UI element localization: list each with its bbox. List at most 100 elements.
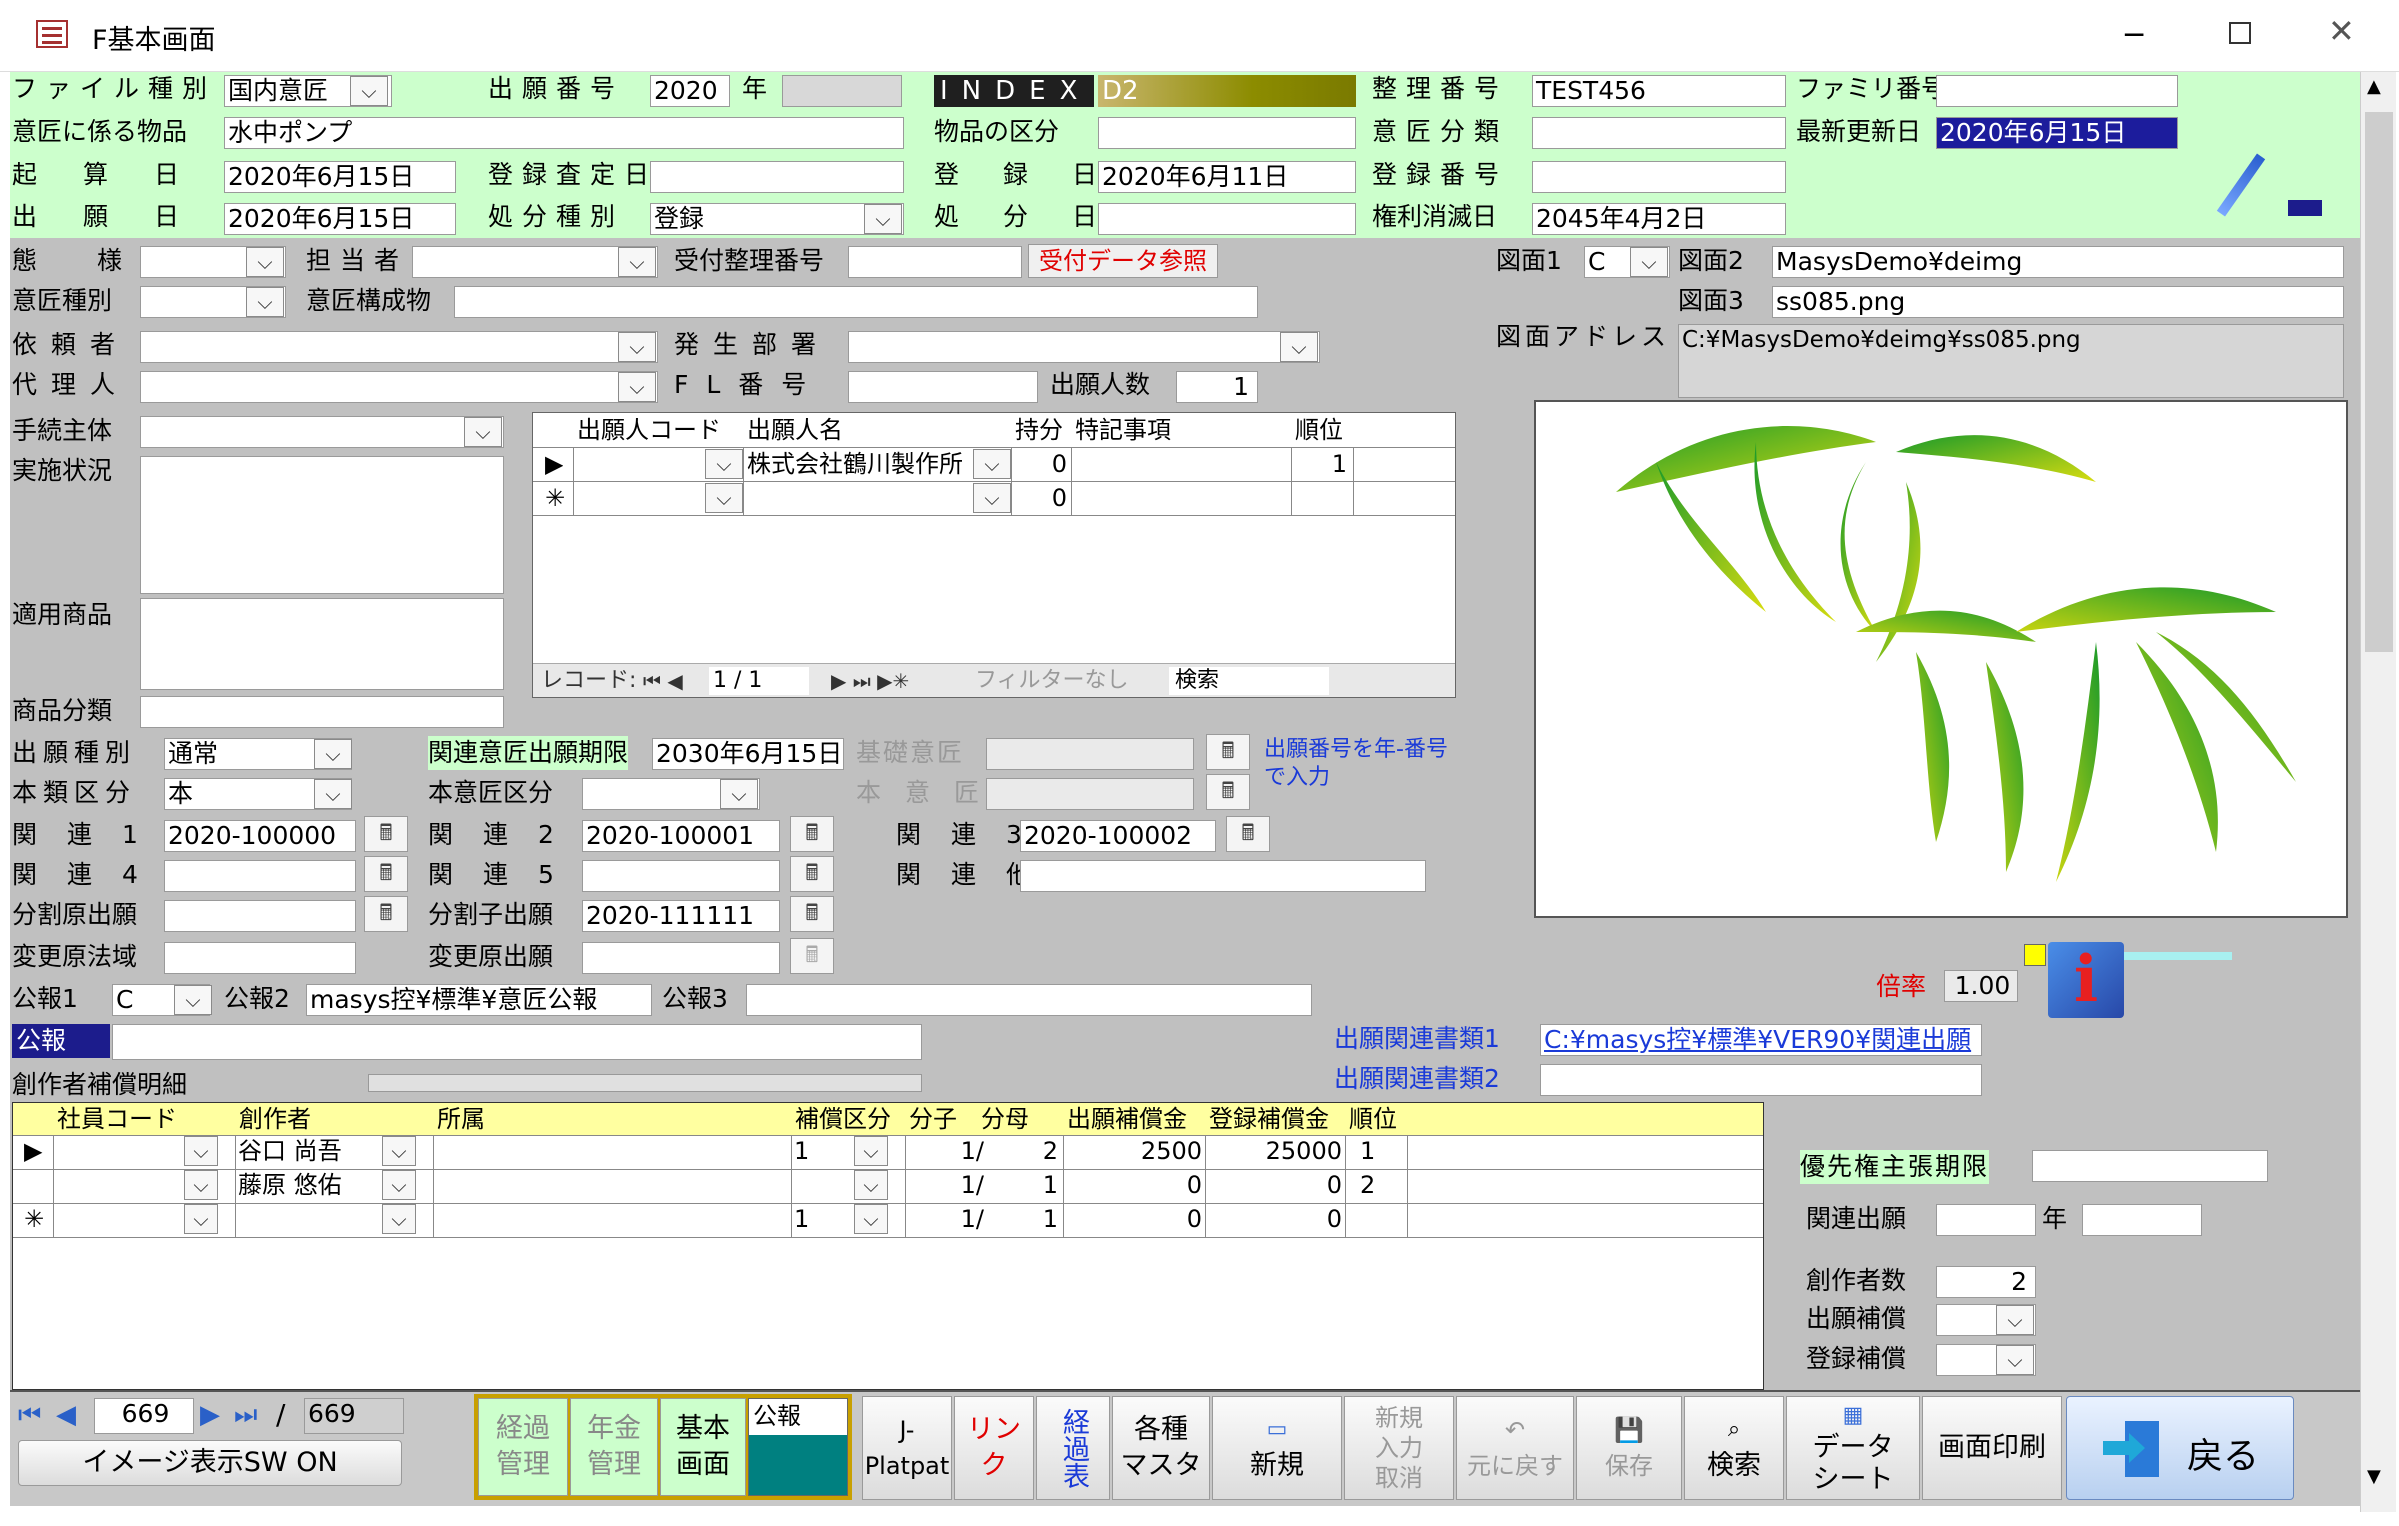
app-no-year-field[interactable]: 2020: [650, 75, 730, 107]
vertical-scrollbar[interactable]: ▲ ▼: [2360, 72, 2396, 1512]
rel5-field[interactable]: [582, 860, 780, 892]
app-comp-cell[interactable]: 0: [1066, 1168, 1202, 1202]
creator-rank-cell[interactable]: 1: [1360, 1134, 1400, 1168]
reg-exam-field[interactable]: [650, 161, 904, 193]
reg-no-field[interactable]: [1532, 161, 1786, 193]
rel1-lookup-icon[interactable]: 🖩: [364, 816, 408, 852]
rel4-lookup-icon[interactable]: 🖩: [364, 856, 408, 892]
first-record-button[interactable]: ⏮: [18, 1400, 48, 1434]
tab-gazette[interactable]: 公報: [748, 1398, 848, 1496]
maximize-icon[interactable]: [2229, 22, 2251, 44]
rel3-field[interactable]: 2020-100002: [1020, 820, 1216, 852]
family-field[interactable]: [1936, 75, 2178, 107]
client-field[interactable]: [140, 331, 658, 363]
applicant-code-dropdown-new[interactable]: [705, 483, 743, 513]
comp-kind-cell[interactable]: 1: [794, 1202, 844, 1236]
seiri-field[interactable]: TEST456: [1532, 75, 1786, 107]
file-type-dropdown[interactable]: [350, 76, 388, 106]
pen-icon[interactable]: [2216, 150, 2266, 222]
creator-dropdown[interactable]: [382, 1136, 416, 1166]
undo-button[interactable]: ↶ 元に戻す: [1456, 1396, 1574, 1500]
record-current-field[interactable]: 669: [94, 1398, 194, 1434]
creator-dropdown[interactable]: [382, 1204, 416, 1234]
save-button[interactable]: 💾 保存: [1576, 1396, 1682, 1500]
doc1-link[interactable]: C:¥masys控¥標準¥VER90¥関連出願: [1540, 1024, 1982, 1056]
reg-comp-cell[interactable]: 0: [1208, 1202, 1342, 1236]
reception-data-button[interactable]: 受付データ参照: [1028, 244, 1218, 278]
main-design-calendar-icon[interactable]: 🖩: [1206, 774, 1250, 810]
agent-dropdown[interactable]: [618, 372, 656, 402]
applicant-code-dropdown[interactable]: [705, 449, 743, 479]
filing-date-field[interactable]: 2020年6月15日: [224, 203, 456, 235]
app-comp-cell[interactable]: 0: [1066, 1202, 1202, 1236]
rel3-lookup-icon[interactable]: 🖩: [1226, 816, 1270, 852]
design-class-field[interactable]: [1532, 117, 1786, 149]
creator-rank-cell[interactable]: 2: [1360, 1168, 1400, 1202]
app-comp-dropdown[interactable]: [1996, 1305, 2034, 1335]
rel5-lookup-icon[interactable]: 🖩: [790, 856, 834, 892]
numerator-cell[interactable]: 1/: [904, 1168, 984, 1202]
last-record-button[interactable]: ⏭: [234, 1400, 264, 1434]
related-deadline-field[interactable]: 2030年6月15日: [652, 738, 844, 770]
app-kind-dropdown[interactable]: [314, 739, 352, 769]
last-update-field[interactable]: 2020年6月15日: [1936, 117, 2178, 149]
employee-code-dropdown[interactable]: [184, 1204, 218, 1234]
applicant-name-dropdown-new[interactable]: [973, 483, 1011, 513]
denominator-cell[interactable]: 2: [982, 1134, 1058, 1168]
reg-comp-cell[interactable]: 0: [1208, 1168, 1342, 1202]
tab-keika[interactable]: 経過 管理: [478, 1398, 568, 1496]
goods-field[interactable]: [140, 598, 504, 690]
numerator-cell[interactable]: 1/: [904, 1202, 984, 1236]
creator-name-cell[interactable]: [238, 1202, 388, 1236]
comp-kind-cell[interactable]: 1: [794, 1134, 844, 1168]
div-child-lookup-icon[interactable]: 🖩: [790, 896, 834, 932]
person-dropdown[interactable]: [618, 247, 656, 277]
main-design-kind-dropdown[interactable]: [720, 779, 758, 809]
disposal-date-field[interactable]: [1098, 203, 1356, 235]
reg-date-field[interactable]: 2020年6月11日: [1098, 161, 1356, 193]
next-record-button[interactable]: ▶: [200, 1400, 230, 1434]
fig-address-field[interactable]: C:¥MasysDemo¥deimg¥ss085.png: [1678, 324, 2344, 398]
next-record-icon[interactable]: ▶ ⏭ ▶✳: [831, 664, 909, 698]
creator-count-field[interactable]: 2: [1936, 1266, 2036, 1298]
filter-status[interactable]: フィルターなし: [975, 664, 1129, 698]
link-button[interactable]: リンク: [954, 1396, 1034, 1500]
denominator-cell[interactable]: 1: [982, 1168, 1058, 1202]
comp-kind-dropdown[interactable]: [854, 1136, 888, 1166]
dept-field[interactable]: [848, 331, 1320, 363]
fig3-field[interactable]: ss085.png: [1772, 286, 2344, 318]
procedure-dropdown[interactable]: [464, 417, 502, 447]
rel1-field[interactable]: 2020-100000: [164, 820, 356, 852]
numerator-cell[interactable]: 1/: [904, 1134, 984, 1168]
cancel-new-button[interactable]: 新規 入力 取消: [1344, 1396, 1454, 1500]
applicant-name-dropdown[interactable]: [973, 449, 1011, 479]
main-kind-dropdown[interactable]: [314, 779, 352, 809]
div-child-field[interactable]: 2020-111111: [582, 900, 780, 932]
client-dropdown[interactable]: [618, 332, 656, 362]
back-button[interactable]: 戻る: [2066, 1396, 2294, 1500]
masters-button[interactable]: 各種 マスタ: [1112, 1396, 1210, 1500]
datasheet-button[interactable]: ▦ データ シート: [1786, 1396, 1920, 1500]
new-button[interactable]: ▭ 新規: [1212, 1396, 1342, 1500]
applicant-name-cell[interactable]: 株式会社鶴川製作所: [747, 447, 977, 481]
chg-app-field[interactable]: [582, 942, 780, 974]
share-cell-new[interactable]: 0: [1015, 481, 1067, 515]
creator-rank-cell[interactable]: [1360, 1202, 1400, 1236]
article-field[interactable]: 水中ポンプ: [224, 117, 904, 149]
rank-cell[interactable]: 1: [1295, 447, 1347, 481]
applicant-count-field[interactable]: 1: [1176, 371, 1258, 403]
tab-kihon[interactable]: 基本 画面: [660, 1398, 746, 1496]
row-selector[interactable]: ▶: [545, 447, 563, 481]
reg-comp-dropdown[interactable]: [1996, 1345, 2034, 1375]
rel4-field[interactable]: [164, 860, 356, 892]
share-cell[interactable]: 0: [1015, 447, 1067, 481]
expire-date-field[interactable]: 2045年4月2日: [1532, 203, 1786, 235]
gazette3-field[interactable]: [746, 984, 1312, 1016]
div-parent-lookup-icon[interactable]: 🖩: [364, 896, 408, 932]
new-row-marker[interactable]: ✳: [545, 481, 565, 515]
search-button[interactable]: ⌕ 検索: [1684, 1396, 1784, 1500]
mode-dropdown[interactable]: [246, 247, 284, 277]
gazette1-dropdown[interactable]: [174, 985, 212, 1015]
design-comp-field[interactable]: [454, 286, 1258, 318]
denominator-cell[interactable]: 1: [982, 1202, 1058, 1236]
